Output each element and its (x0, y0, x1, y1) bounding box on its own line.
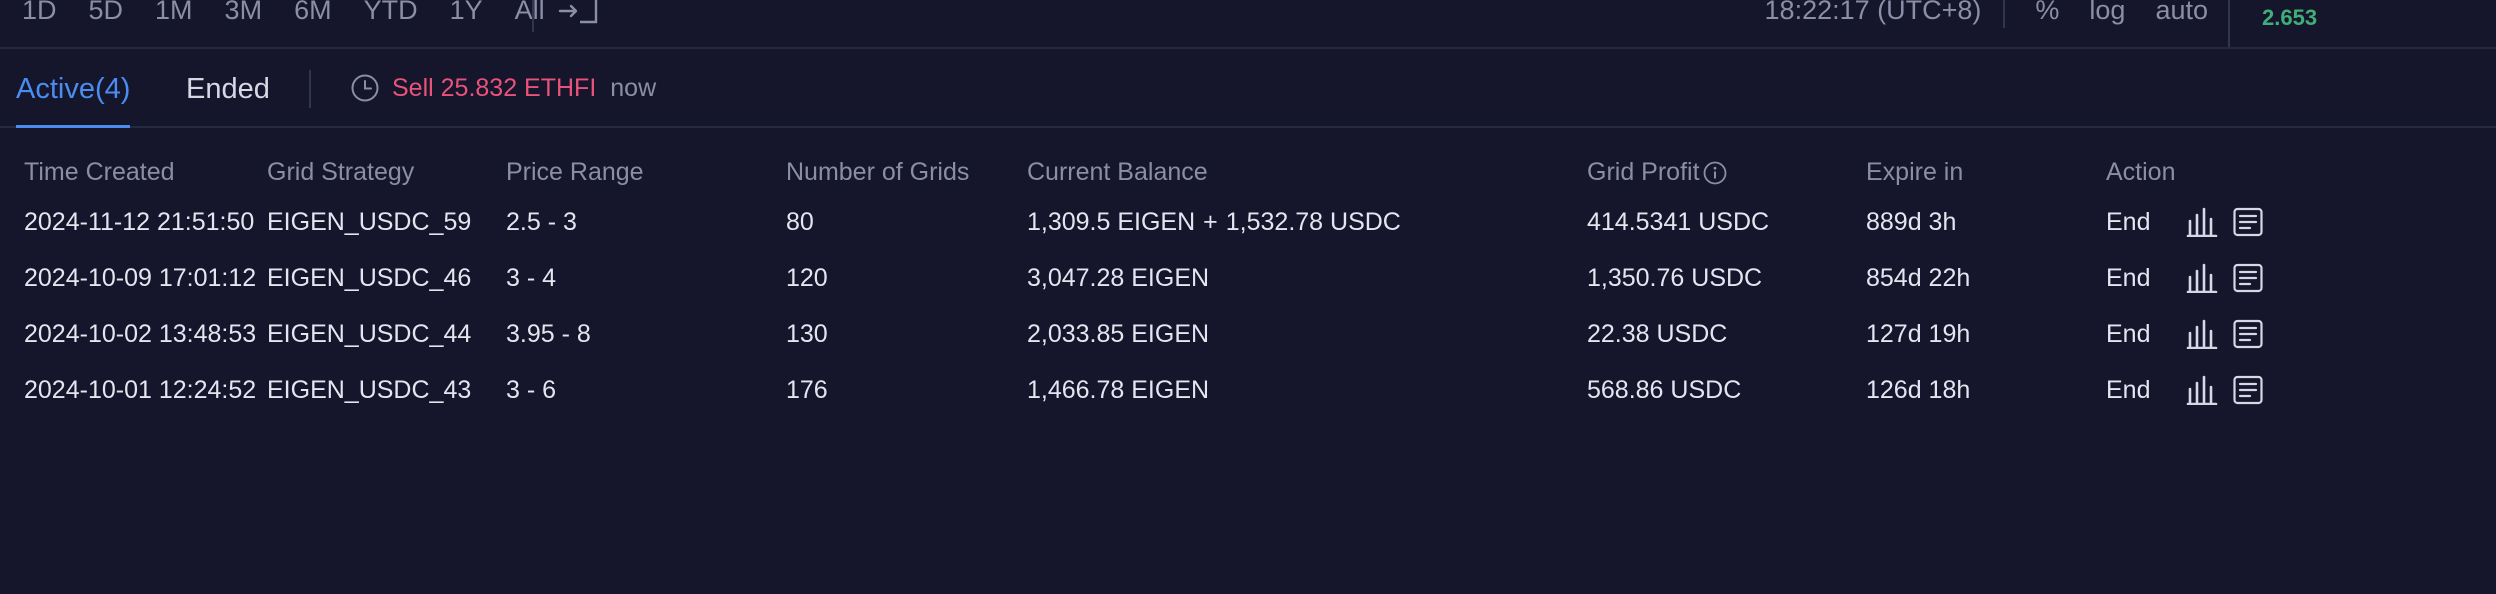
cell-number-of-grids: 80 (786, 208, 814, 236)
range-1y[interactable]: 1Y (450, 0, 483, 28)
percent-scale-toggle[interactable]: % (2035, 0, 2059, 28)
cell-grid-profit: 414.5341 USDC (1587, 208, 1770, 236)
range-all[interactable]: All (515, 0, 545, 28)
range-3m[interactable]: 3M (225, 0, 263, 28)
cell-grid-strategy: EIGEN_USDC_44 (267, 320, 472, 348)
tab-ended-orders[interactable]: Ended (186, 70, 270, 108)
details-icon[interactable] (2232, 375, 2264, 405)
bar-chart-icon[interactable] (2186, 319, 2218, 349)
cell-expire-in: 889d 3h (1866, 208, 1957, 236)
end-strategy-button[interactable]: End (2106, 194, 2150, 250)
cell-time-created: 2024-10-02 13:48:53 (24, 320, 257, 348)
details-icon[interactable] (2232, 207, 2264, 237)
balance-base: 1,466.78 EIGEN (1027, 376, 1210, 404)
cell-grid-profit: 568.86 USDC (1587, 376, 1742, 404)
balance-base: 2,033.85 EIGEN (1027, 320, 1210, 348)
tabs-divider (309, 70, 311, 108)
cell-current-balance: 3,047.28 EIGEN (1027, 250, 1209, 306)
range-6m[interactable]: 6M (294, 0, 332, 28)
range-5d[interactable]: 5D (89, 0, 124, 28)
header-grid-strategy: Grid Strategy (267, 158, 415, 186)
end-strategy-button[interactable]: End (2106, 306, 2150, 362)
auto-scale-toggle[interactable]: auto (2155, 0, 2208, 28)
range-ytd[interactable]: YTD (364, 0, 418, 28)
side-price-value: 2.653 (2262, 5, 2318, 30)
end-strategy-button[interactable]: End (2106, 362, 2150, 418)
bar-chart-icon[interactable] (2186, 263, 2218, 293)
chart-clock: 18:22:17 (UTC+8) (1764, 0, 1982, 25)
cell-time-created: 2024-11-12 21:51:50 (24, 208, 255, 236)
cell-grid-profit: 1,350.76 USDC (1587, 264, 1763, 292)
range-1d[interactable]: 1D (22, 0, 57, 28)
header-current-balance: Current Balance (1027, 158, 1208, 186)
screenshot-icon[interactable] (556, 0, 600, 28)
details-icon[interactable] (2232, 263, 2264, 293)
header-grid-profit: Grid Profit (1587, 150, 1728, 194)
cell-current-balance: 2,033.85 EIGEN (1027, 306, 1209, 362)
table-row: 2024-10-02 13:48:53 EIGEN_USDC_44 3.95 -… (0, 306, 2496, 362)
grid-trading-panel: 1D 5D 1M 3M 6M YTD 1Y All 18:22:17 (UTC+… (0, 0, 2496, 594)
cell-expire-in: 854d 22h (1866, 264, 1971, 292)
toolbar-divider (2003, 0, 2006, 28)
cell-number-of-grids: 130 (786, 320, 828, 348)
cell-current-balance: 1,466.78 EIGEN (1027, 362, 1209, 418)
cell-expire-in: 126d 18h (1866, 376, 1971, 404)
chart-toolbar: 1D 5D 1M 3M 6M YTD 1Y All 18:22:17 (UTC+… (0, 0, 2496, 49)
latest-trade-notification: Sell 25.832 ETHFI now (350, 70, 656, 106)
bar-chart-icon[interactable] (2186, 375, 2218, 405)
header-price-range: Price Range (506, 158, 644, 186)
cell-grid-strategy: EIGEN_USDC_43 (267, 376, 472, 404)
cell-number-of-grids: 120 (786, 264, 828, 292)
notification-text: Sell 25.832 ETHFI (392, 74, 597, 102)
details-icon[interactable] (2232, 319, 2264, 349)
header-grid-profit-label: Grid Profit (1587, 158, 1700, 186)
table-row: 2024-10-01 12:24:52 EIGEN_USDC_43 3 - 6 … (0, 362, 2496, 418)
end-strategy-button[interactable]: End (2106, 250, 2150, 306)
cell-grid-strategy: EIGEN_USDC_46 (267, 264, 472, 292)
table-row: 2024-10-09 17:01:12 EIGEN_USDC_46 3 - 4 … (0, 250, 2496, 306)
toolbar-divider (532, 0, 534, 32)
chart-options: 18:22:17 (UTC+8) % log auto (1765, 0, 2208, 28)
balance-base: 3,047.28 EIGEN (1027, 264, 1210, 292)
balance-base: 1,309.5 EIGEN (1027, 208, 1196, 236)
cell-price-range: 2.5 - 3 (506, 208, 577, 236)
cell-price-range: 3 - 6 (506, 376, 557, 404)
balance-quote: 1,532.78 USDC (1225, 208, 1401, 236)
header-action: Action (2106, 158, 2176, 186)
side-panel-divider (2228, 0, 2230, 47)
cell-time-created: 2024-10-01 12:24:52 (24, 376, 257, 404)
cell-expire-in: 127d 19h (1866, 320, 1971, 348)
balance-plus: + (1203, 208, 1218, 236)
cell-grid-profit: 22.38 USDC (1587, 320, 1728, 348)
table-header: Time Created Grid Strategy Price Range N… (0, 150, 2496, 194)
tab-active-orders[interactable]: Active(4) (16, 70, 131, 128)
header-expire-in: Expire in (1866, 158, 1964, 186)
header-time-created: Time Created (24, 158, 175, 186)
range-1m[interactable]: 1M (155, 0, 193, 28)
info-icon[interactable] (1702, 160, 1728, 186)
cell-number-of-grids: 176 (786, 376, 828, 404)
notification-time: now (610, 74, 657, 102)
orders-tabs-bar: Active(4) Ended Sell 25.832 ETHFI now (0, 48, 2496, 128)
cell-price-range: 3 - 4 (506, 264, 557, 292)
bar-chart-icon[interactable] (2186, 207, 2218, 237)
cell-price-range: 3.95 - 8 (506, 320, 591, 348)
header-number-of-grids: Number of Grids (786, 158, 970, 186)
cell-current-balance: 1,309.5 EIGEN +1,532.78 USDC (1027, 194, 1401, 250)
log-scale-toggle[interactable]: log (2089, 0, 2125, 28)
table-row: 2024-11-12 21:51:50 EIGEN_USDC_59 2.5 - … (0, 194, 2496, 250)
cell-time-created: 2024-10-09 17:01:12 (24, 264, 257, 292)
cell-grid-strategy: EIGEN_USDC_59 (267, 208, 472, 236)
clock-icon (351, 74, 379, 102)
time-range-selector: 1D 5D 1M 3M 6M YTD 1Y All (22, 0, 577, 28)
grid-orders-table: Time Created Grid Strategy Price Range N… (0, 150, 2496, 418)
